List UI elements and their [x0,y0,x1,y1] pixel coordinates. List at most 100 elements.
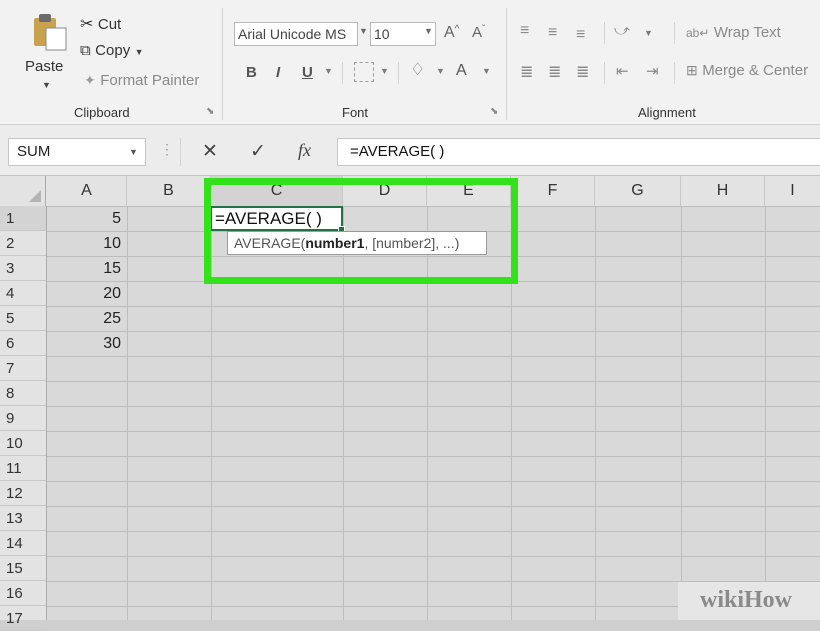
clipboard-group-label: Clipboard [74,105,130,120]
shrink-font-button[interactable]: Aˇ [472,24,485,41]
row-header[interactable]: 6 [0,331,46,356]
format-painter-button[interactable]: ✦ Format Painter [84,72,199,94]
name-box[interactable]: SUM ▼ [8,138,146,166]
formula-text: =AVERAGE( ) [350,143,445,160]
column-header-i[interactable]: I [765,176,820,206]
row-header[interactable]: 16 [0,581,46,606]
italic-button[interactable]: I [276,64,280,81]
ribbon: Paste ▼ ✂ Cut ⧉ Copy ▼ ✦ Format Painter … [0,0,820,125]
row-header[interactable]: 17 [0,606,46,631]
align-top-icon[interactable]: ≡ [520,22,529,40]
align-left-icon[interactable]: ≣ [520,62,533,82]
cut-button[interactable]: ✂ Cut [80,14,121,36]
format-painter-label: Format Painter [100,72,200,89]
alignment-group-label: Alignment [638,105,696,120]
merge-center-label: Merge & Center [702,62,809,79]
wrap-text-button[interactable]: ab↵ Wrap Text [686,24,781,42]
row-header[interactable]: 14 [0,531,46,556]
bold-button[interactable]: B [246,64,257,81]
cell-a6[interactable]: 30 [47,331,125,356]
font-name-select[interactable]: Arial Unicode MS [234,22,358,46]
grow-font-label: A [444,24,455,41]
chevron-down-icon[interactable]: ▼ [380,66,389,76]
align-bottom-icon[interactable]: ≡ [576,26,585,44]
font-color-label: A [456,62,467,79]
paste-label: Paste [25,58,64,75]
row-header[interactable]: 9 [0,406,46,431]
cell-a4[interactable]: 20 [47,281,125,306]
row-header[interactable]: 13 [0,506,46,531]
formula-bar-divider [180,138,181,166]
chevron-down-icon: ▼ [134,47,144,57]
row-header[interactable]: 2 [0,231,46,256]
column-header-f[interactable]: F [511,176,595,206]
paste-icon [34,14,67,51]
dialog-launcher-icon[interactable]: ⬊ [206,106,214,117]
ribbon-divider [222,8,223,120]
ribbon-divider [604,62,605,84]
align-middle-icon[interactable]: ≡ [548,24,557,42]
increase-indent-icon[interactable]: ⇥ [646,62,659,80]
select-all-button[interactable] [0,176,46,206]
row-header[interactable]: 4 [0,281,46,306]
column-header-h[interactable]: H [681,176,765,206]
row-header[interactable]: 15 [0,556,46,581]
column-header-a[interactable]: A [47,176,127,206]
column-header-b[interactable]: B [127,176,211,206]
dialog-launcher-icon[interactable]: ⬊ [490,106,498,117]
formula-input[interactable]: =AVERAGE( ) [337,138,820,166]
decrease-indent-icon[interactable]: ⇤ [616,62,629,80]
column-gridline [681,206,682,620]
paste-button[interactable]: Paste ▼ [22,10,70,94]
chevron-down-icon[interactable]: ▼ [644,28,653,38]
row-header[interactable]: 11 [0,456,46,481]
fill-color-icon[interactable]: ♢ [410,60,425,80]
cell-a1[interactable]: 5 [47,206,125,231]
row-header[interactable]: 5 [0,306,46,331]
column-gridline [595,206,596,620]
cell-a2[interactable]: 10 [47,231,125,256]
row-header[interactable]: 10 [0,431,46,456]
copy-label: Copy [95,42,131,59]
row-header[interactable]: 12 [0,481,46,506]
grow-font-button[interactable]: A^ [444,24,459,42]
ribbon-divider [674,62,675,84]
name-box-value: SUM [17,143,51,160]
orientation-icon[interactable]: ⤻ [614,22,630,39]
insert-function-icon[interactable]: fx [298,140,311,161]
chevron-down-icon[interactable]: ▼ [482,66,491,76]
row-header[interactable]: 1 [0,206,46,231]
font-group-label: Font [342,105,369,120]
wrap-text-icon: ab↵ [686,26,710,40]
merge-center-button[interactable]: ⊞ Merge & Center [686,62,808,80]
row-header[interactable]: 8 [0,381,46,406]
font-color-button[interactable]: A [456,62,467,80]
chevron-down-icon[interactable]: ▼ [324,66,333,76]
underline-button[interactable]: U [302,64,313,81]
ribbon-divider [342,62,343,84]
cell-a3[interactable]: 15 [47,256,125,281]
cancel-icon[interactable]: ✕ [202,140,218,163]
row-headers: 1 2 3 4 5 6 7 8 9 10 11 12 13 14 15 16 1… [0,206,47,631]
copy-button[interactable]: ⧉ Copy ▼ [80,42,144,64]
more-options-icon[interactable]: ⋮ [160,141,174,158]
row-header[interactable]: 3 [0,256,46,281]
column-header-g[interactable]: G [595,176,681,206]
chevron-down-icon[interactable]: ▼ [424,26,433,36]
column-gridline [127,206,128,620]
chevron-down-icon[interactable]: ▼ [129,147,138,157]
align-right-icon[interactable]: ≣ [576,62,589,82]
align-center-icon[interactable]: ≣ [548,62,561,82]
chevron-down-icon: ▼ [42,80,51,90]
row-header[interactable]: 7 [0,356,46,381]
watermark-text: wikiHow [700,587,793,613]
ribbon-divider [398,62,399,84]
enter-icon[interactable]: ✓ [250,140,266,163]
copy-icon: ⧉ [80,42,91,59]
highlight-box [204,178,518,284]
cell-a5[interactable]: 25 [47,306,125,331]
chevron-down-icon[interactable]: ▼ [359,26,368,36]
chevron-down-icon[interactable]: ▼ [436,66,445,76]
shrink-font-label: A [472,24,483,41]
borders-icon[interactable] [354,62,374,82]
